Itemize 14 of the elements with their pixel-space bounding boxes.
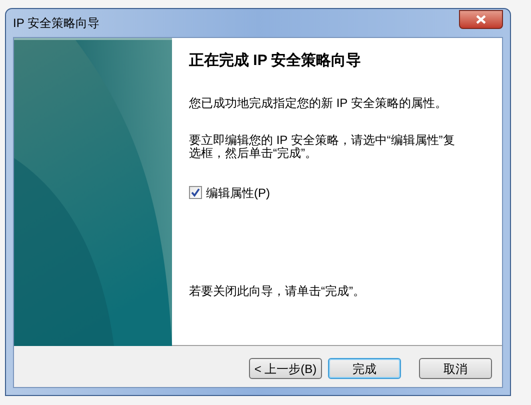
close-button[interactable] (459, 10, 503, 28)
close-icon (476, 14, 486, 24)
cancel-button[interactable]: 取消 (419, 358, 492, 379)
edit-properties-checkbox[interactable]: 编辑属性(P) (189, 184, 492, 202)
wizard-heading: 正在完成 IP 安全策略向导 (189, 51, 362, 71)
window-title: IP 安全策略向导 (13, 15, 100, 32)
body-text: 要立即编辑您的 IP 安全策略，请选中“编辑属性”复选框，然后单击“完成”。 (189, 134, 456, 160)
body-text: 您已成功地完成指定您的新 IP 安全策略的属性。 (189, 96, 448, 110)
checkmark-icon (191, 188, 200, 197)
checkbox[interactable] (189, 186, 202, 199)
back-button[interactable]: < 上一步(B) (249, 358, 322, 379)
finish-button[interactable]: 完成 (328, 358, 401, 379)
instruction-text: 若要关闭此向导，请单击“完成”。 (189, 282, 366, 300)
checkbox-label: 编辑属性(P) (206, 184, 270, 202)
